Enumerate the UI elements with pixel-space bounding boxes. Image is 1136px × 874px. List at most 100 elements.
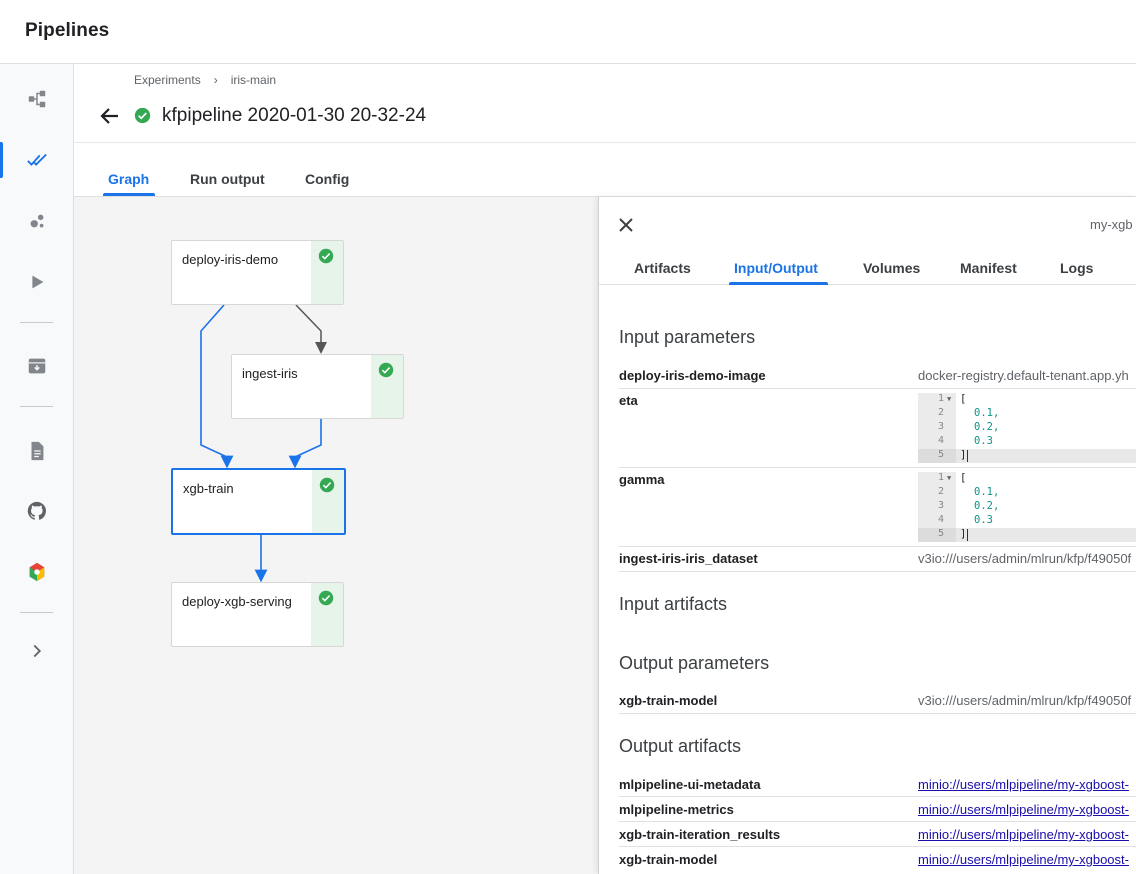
- active-tab-indicator: [103, 193, 155, 196]
- tab-config[interactable]: Config: [305, 171, 349, 187]
- code-line: ]: [960, 449, 967, 461]
- sidebar-item-ai-hub[interactable]: [0, 550, 74, 594]
- sidebar-item-documentation[interactable]: [0, 429, 74, 473]
- sidebar-expand-button[interactable]: [0, 629, 74, 673]
- node-label: deploy-iris-demo: [182, 252, 279, 267]
- param-key: gamma: [619, 472, 665, 487]
- artifact-key: xgb-train-model: [619, 852, 718, 867]
- graph-node-deploy-iris-demo[interactable]: deploy-iris-demo: [171, 240, 344, 305]
- node-status: [311, 241, 343, 304]
- tab-manifest[interactable]: Manifest: [960, 260, 1017, 276]
- line-number: 2: [937, 486, 944, 497]
- artifact-key: mlpipeline-ui-metadata: [619, 777, 761, 792]
- param-key: eta: [619, 393, 638, 408]
- artifact-link[interactable]: minio://users/mlpipeline/my-xgboost-: [918, 852, 1129, 867]
- sidebar-item-executions[interactable]: [0, 260, 74, 304]
- param-key: xgb-train-model: [619, 693, 718, 708]
- text-cursor: [967, 450, 968, 462]
- success-check-icon: [134, 107, 151, 124]
- artifact-key: xgb-train-iteration_results: [619, 827, 781, 842]
- line-number: 5: [937, 528, 944, 539]
- graph-node-ingest-iris[interactable]: ingest-iris: [231, 354, 404, 419]
- edge-deploy-iris-demo-to-ingest-iris: [295, 304, 327, 354]
- text-cursor: [967, 529, 968, 541]
- github-icon: [27, 501, 46, 520]
- row-divider: [619, 846, 1136, 847]
- breadcrumb-separator: ›: [213, 73, 218, 87]
- code-line: 0.1,: [974, 486, 1000, 498]
- success-check-icon: [378, 362, 394, 378]
- active-tab-indicator: [729, 282, 828, 285]
- edge-deploy-iris-demo-to-xgb-train: [200, 304, 234, 469]
- sidebar-item-artifacts[interactable]: [0, 199, 74, 243]
- sidebar: [0, 64, 74, 874]
- param-key: deploy-iris-demo-image: [619, 368, 766, 383]
- output-parameters-title: Output parameters: [619, 653, 770, 673]
- sidebar-divider: [20, 612, 53, 613]
- param-value: v3io:///users/admin/mlrun/kfp/f49050f: [918, 551, 1132, 566]
- row-divider: [619, 821, 1136, 822]
- code-line: [: [960, 393, 967, 405]
- artifact-key: mlpipeline-metrics: [619, 802, 734, 817]
- tab-graph[interactable]: Graph: [108, 171, 149, 187]
- graph-node-deploy-xgb-serving[interactable]: deploy-xgb-serving: [171, 582, 344, 647]
- node-label: deploy-xgb-serving: [182, 594, 292, 609]
- fold-arrow-icon[interactable]: ▼: [947, 395, 951, 403]
- tab-logs[interactable]: Logs: [1060, 260, 1093, 276]
- artifact-link[interactable]: minio://users/mlpipeline/my-xgboost-: [918, 802, 1129, 817]
- close-icon[interactable]: [616, 215, 636, 235]
- pipelines-icon: [28, 90, 46, 108]
- sidebar-item-archive[interactable]: [0, 344, 74, 388]
- app-title: Pipelines: [25, 20, 110, 41]
- breadcrumb-experiment[interactable]: iris-main: [231, 73, 276, 87]
- breadcrumb-experiments[interactable]: Experiments: [134, 73, 201, 87]
- input-parameters-title: Input parameters: [619, 327, 756, 347]
- code-line: 0.2,: [974, 500, 1000, 512]
- experiments-icon: [27, 153, 47, 166]
- row-divider: [619, 546, 1136, 547]
- artifact-link[interactable]: minio://users/mlpipeline/my-xgboost-: [918, 777, 1129, 792]
- ai-hub-icon: [29, 562, 45, 582]
- artifact-link[interactable]: minio://users/mlpipeline/my-xgboost-: [918, 827, 1129, 842]
- sidebar-item-experiments[interactable]: [0, 138, 74, 182]
- pod-name: my-xgb: [1090, 217, 1133, 232]
- run-tabs: Graph Run output Config: [74, 143, 1136, 197]
- row-divider: [619, 571, 1136, 572]
- param-key: ingest-iris-iris_dataset: [619, 551, 758, 566]
- sidebar-item-github[interactable]: [0, 489, 74, 533]
- code-active-line: [918, 528, 1136, 542]
- code-line: [: [960, 472, 967, 484]
- row-divider: [619, 467, 1136, 468]
- tab-input-output[interactable]: Input/Output: [734, 260, 818, 276]
- tab-volumes[interactable]: Volumes: [863, 260, 920, 276]
- line-number: 2: [937, 407, 944, 418]
- code-editor-eta[interactable]: 1 ▼ 2 3 4 5 [ 0.1, 0.2, 0.3 ]: [918, 393, 1136, 463]
- code-editor-gamma[interactable]: 1 ▼ 2 3 4 5 [ 0.1, 0.2, 0.3 ]: [918, 472, 1136, 542]
- artifacts-icon: [30, 214, 44, 228]
- output-artifacts-title: Output artifacts: [619, 736, 742, 756]
- fold-arrow-icon[interactable]: ▼: [947, 474, 951, 482]
- node-status: [312, 470, 344, 533]
- code-line: 0.3: [974, 514, 993, 526]
- input-artifacts-title: Input artifacts: [619, 594, 728, 614]
- code-line: ]: [960, 528, 967, 540]
- line-number: 3: [937, 421, 944, 432]
- documentation-icon: [31, 441, 44, 461]
- sidebar-item-pipelines[interactable]: [0, 77, 74, 121]
- success-check-icon: [319, 477, 335, 493]
- chevron-right-icon: [33, 644, 42, 658]
- pipeline-graph[interactable]: deploy-iris-demo ingest-iris xgb-train d…: [74, 197, 598, 874]
- line-number: 3: [937, 500, 944, 511]
- success-check-icon: [318, 590, 334, 606]
- graph-node-xgb-train[interactable]: xgb-train: [171, 468, 346, 535]
- code-line: 0.3: [974, 435, 993, 447]
- back-arrow-icon[interactable]: [98, 104, 122, 128]
- edge-ingest-iris-to-xgb-train: [288, 419, 322, 469]
- tab-artifacts[interactable]: Artifacts: [634, 260, 691, 276]
- line-number: 4: [937, 514, 944, 525]
- line-number: 4: [937, 435, 944, 446]
- run-header: Experiments › iris-main kfpipeline 2020-…: [74, 64, 1136, 143]
- tab-run-output[interactable]: Run output: [190, 171, 265, 187]
- node-status: [311, 583, 343, 646]
- top-bar: Pipelines: [0, 0, 1136, 64]
